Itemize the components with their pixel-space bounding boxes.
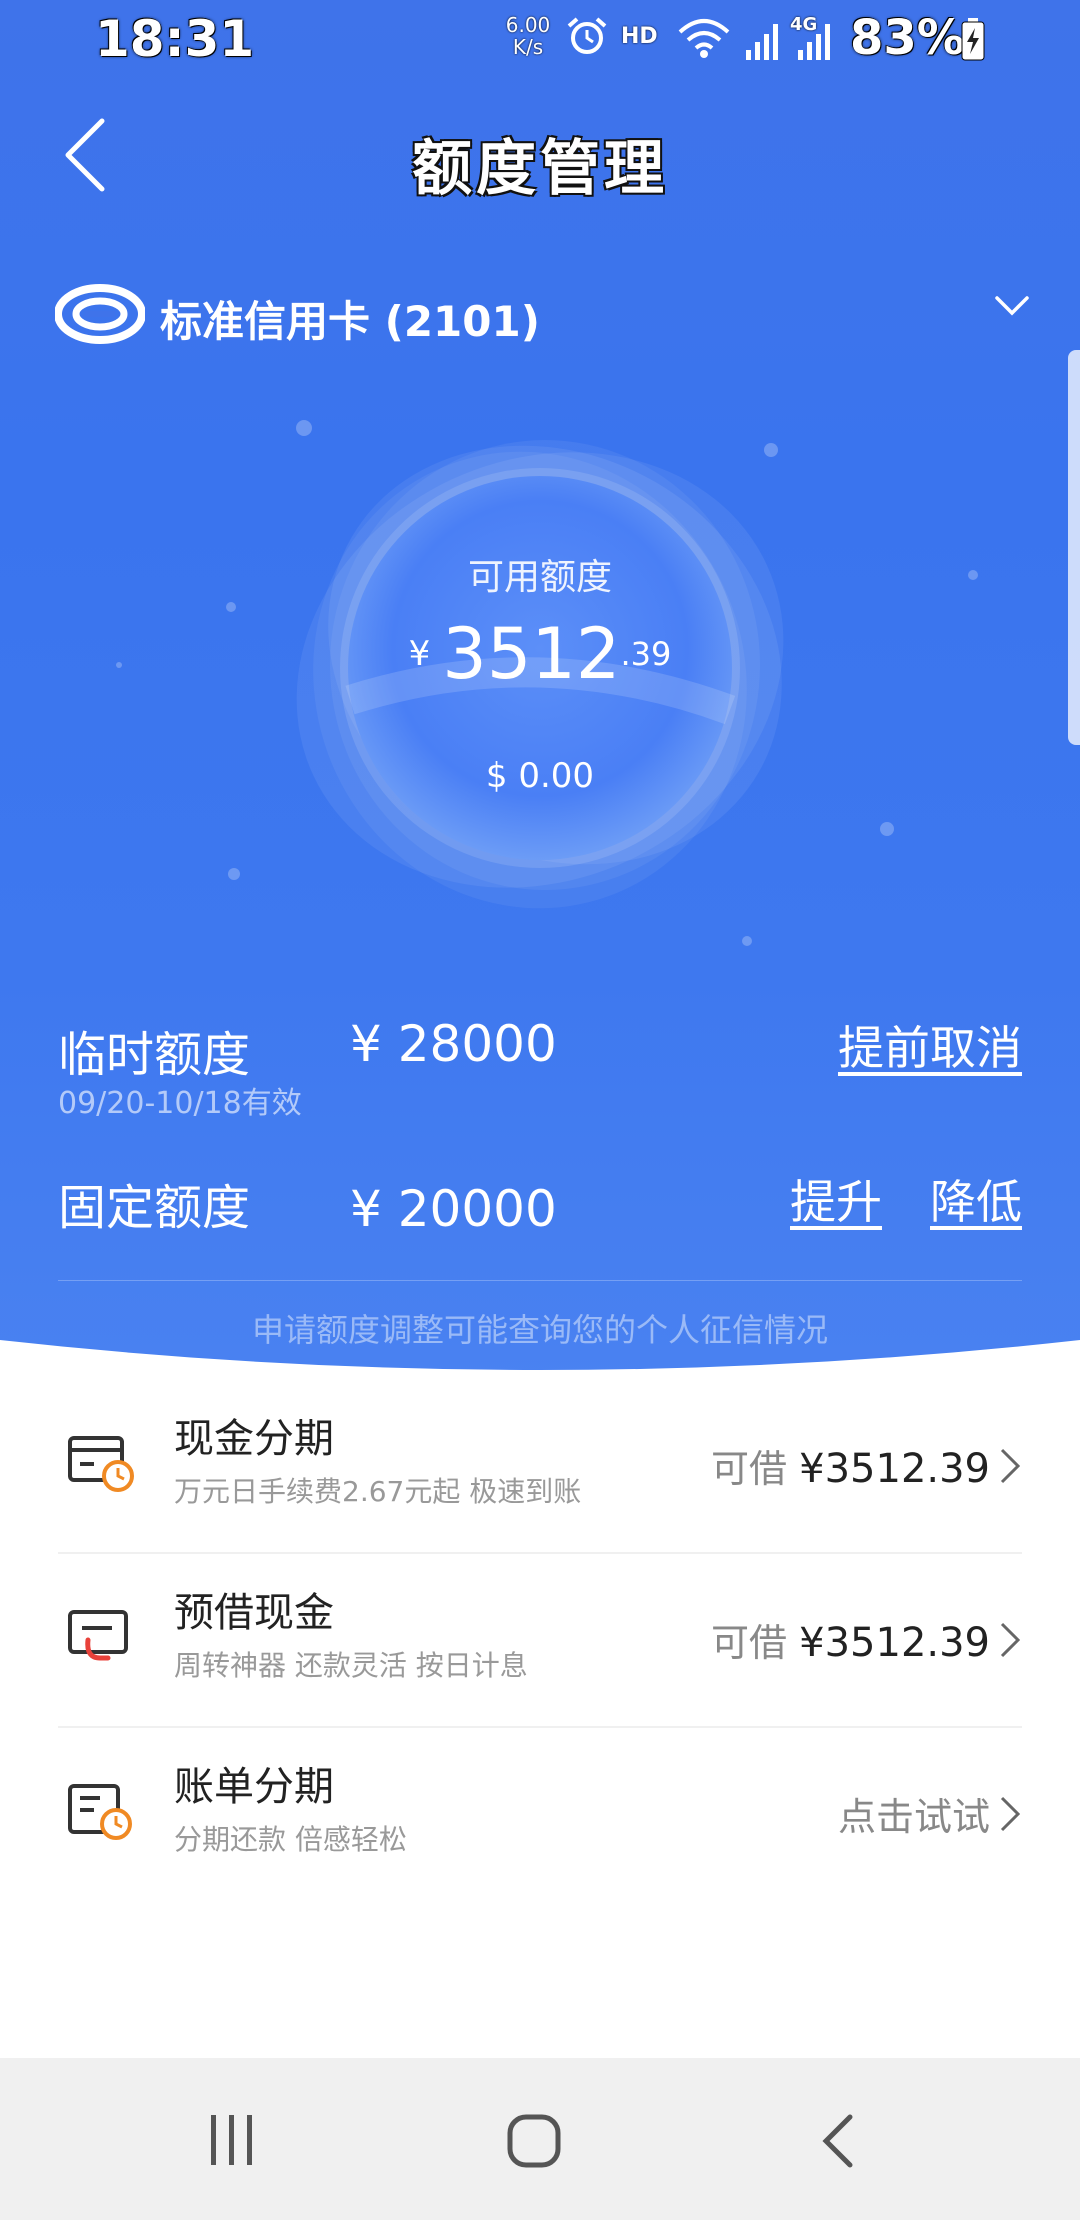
cancel-early-link[interactable]: 提前取消	[838, 1012, 1022, 1078]
raise-limit-link[interactable]: 提升	[790, 1166, 882, 1232]
chevron-right-icon	[998, 1620, 1022, 1664]
status-bar: 18:31 6.00 K/s HD 4G 83%	[0, 0, 1080, 80]
wifi-icon	[676, 16, 732, 64]
item-right: 可借 ¥3512.39	[711, 1620, 990, 1666]
decor-dot	[226, 602, 236, 612]
fixed-limit-label: 固定额度	[58, 1180, 251, 1236]
cash-installment-icon	[68, 1434, 136, 1496]
decor-dot	[742, 936, 752, 946]
edge-panel-handle[interactable]	[1068, 350, 1080, 745]
bill-installment-icon	[68, 1782, 136, 1844]
decor-dot	[296, 420, 312, 436]
list-item-cash-advance[interactable]: 预借现金 周转神器 还款灵活 按日计息 可借 ¥3512.39	[0, 1552, 1080, 1724]
system-navigation-bar	[0, 2058, 1080, 2220]
chevron-down-icon[interactable]	[994, 294, 1030, 322]
back-icon	[822, 2114, 853, 2168]
temporary-limit-label: 临时额度	[58, 1027, 251, 1083]
available-limit-amount: ¥3512.39	[0, 613, 1080, 695]
item-subtitle: 周转神器 还款灵活 按日计息	[174, 1649, 528, 1682]
amount-decimal: .39	[620, 635, 672, 673]
fixed-limit-amount: ¥ 20000	[350, 1180, 557, 1238]
divider	[58, 1280, 1022, 1281]
decor-dot	[228, 868, 240, 880]
system-back-button[interactable]	[818, 2113, 858, 2173]
battery-charging-icon	[960, 18, 986, 66]
home-icon	[507, 2114, 561, 2168]
credit-limit-panel: 18:31 6.00 K/s HD 4G 83% 额度管理 标准信用卡 (210…	[0, 0, 1080, 1390]
signal-icon-2	[796, 18, 836, 66]
item-title: 账单分期	[174, 1764, 334, 1810]
alarm-icon	[565, 16, 609, 60]
item-right: 点击试试	[837, 1795, 990, 1839]
recent-apps-icon	[211, 2115, 252, 2165]
status-time: 18:31	[95, 10, 255, 68]
item-title: 现金分期	[174, 1416, 334, 1462]
lower-limit-link[interactable]: 降低	[930, 1166, 1022, 1232]
item-title: 预借现金	[174, 1590, 334, 1636]
amount-integer: 3512	[442, 613, 621, 695]
network-speed: 6.00 K/s	[505, 13, 551, 59]
currency-symbol: ¥	[408, 634, 431, 674]
usd-available: $ 0.00	[485, 756, 595, 796]
signal-icon	[744, 18, 784, 66]
decor-dot	[764, 443, 778, 457]
cash-advance-icon	[68, 1608, 136, 1670]
chevron-right-icon	[998, 1446, 1022, 1490]
navigation-bar: 额度管理	[0, 80, 1080, 230]
decor-dot	[880, 822, 894, 836]
temporary-limit-validity: 09/20-10/18有效	[58, 1086, 302, 1121]
item-right: 可借 ¥3512.39	[711, 1446, 990, 1492]
card-name: 标准信用卡 (2101)	[160, 297, 540, 346]
item-subtitle: 分期还款 倍感轻松	[174, 1823, 407, 1856]
card-selector[interactable]: 标准信用卡 (2101)	[54, 280, 1030, 350]
list-item-cash-installment[interactable]: 现金分期 万元日手续费2.67元起 极速到账 可借 ¥3512.39	[0, 1378, 1080, 1550]
bank-logo-icon	[54, 284, 146, 348]
available-limit-label: 可用额度	[467, 557, 612, 598]
temporary-limit-amount: ¥ 28000	[350, 1015, 557, 1073]
hd-indicator: HD	[621, 24, 658, 49]
battery-percent: 83%	[850, 10, 965, 66]
page-title: 额度管理	[412, 134, 668, 204]
home-button[interactable]	[506, 2113, 562, 2173]
item-subtitle: 万元日手续费2.67元起 极速到账	[174, 1475, 582, 1508]
recent-apps-button[interactable]	[205, 2113, 259, 2171]
available-limit-bubble: 可用额度 ¥3512.39 $ 0.00	[0, 380, 1080, 1000]
list-item-bill-installment[interactable]: 账单分期 分期还款 倍感轻松 点击试试	[0, 1726, 1080, 1898]
chevron-right-icon	[998, 1794, 1022, 1838]
